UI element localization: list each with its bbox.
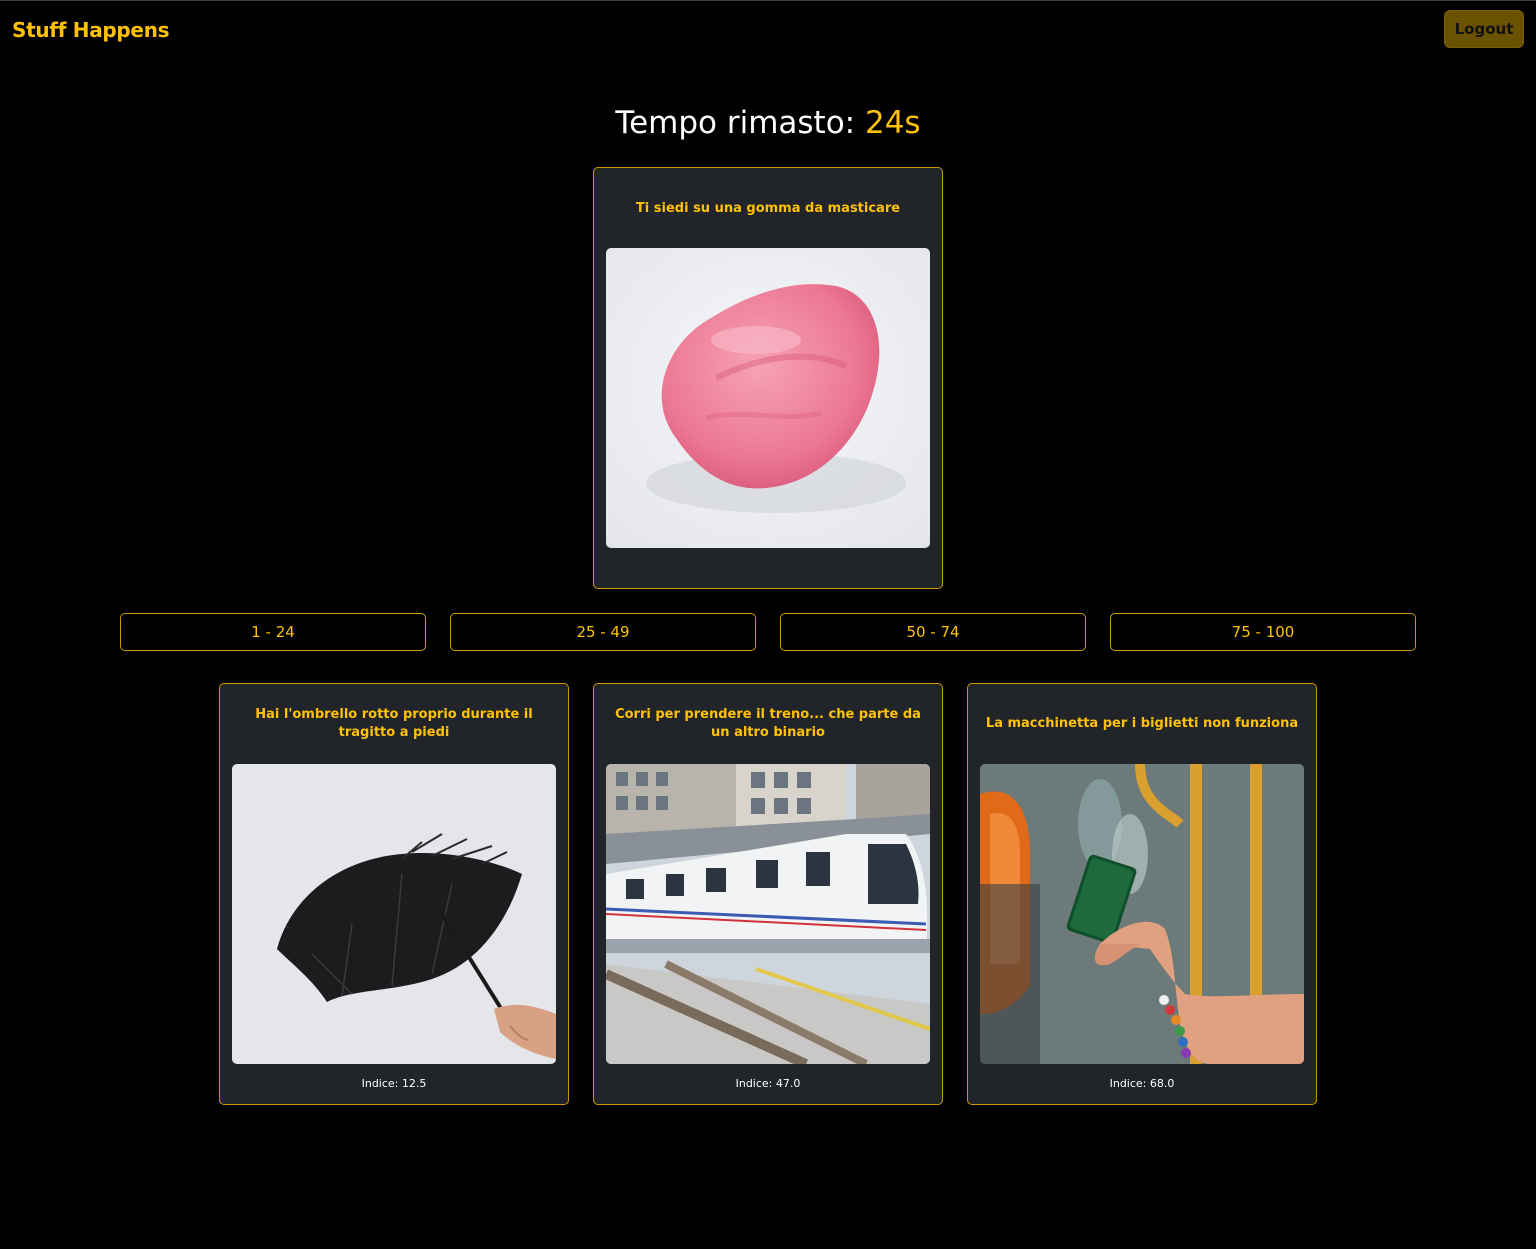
hand-card-ticket-machine: La macchinetta per i biglietti non funzi… xyxy=(967,683,1317,1105)
hand-card-index: Indice: 68.0 xyxy=(1109,1077,1175,1090)
broken-umbrella-image xyxy=(232,764,556,1064)
range-button-25-49[interactable]: 25 - 49 xyxy=(450,613,756,651)
hand-card-umbrella: Hai l'ombrello rotto proprio durante il … xyxy=(219,683,569,1105)
range-button-50-74[interactable]: 50 - 74 xyxy=(780,613,1086,651)
ticket-machine-image xyxy=(980,764,1304,1064)
current-card: Ti siedi su una gomma da masticare xyxy=(593,167,943,589)
navbar: Stuff Happens Logout xyxy=(0,1,1536,59)
hand-card-index: Indice: 12.5 xyxy=(361,1077,427,1090)
hand-card-index: Indice: 47.0 xyxy=(735,1077,801,1090)
train-illustration xyxy=(606,764,930,1064)
timer: Tempo rimasto: 24s xyxy=(0,105,1536,141)
ticket-machine-illustration xyxy=(980,764,1304,1064)
current-card-title: Ti siedi su una gomma da masticare xyxy=(635,201,901,216)
brand-title[interactable]: Stuff Happens xyxy=(12,18,170,42)
timer-seconds: 24s xyxy=(864,105,921,141)
range-button-75-100[interactable]: 75 - 100 xyxy=(1110,613,1416,651)
range-button-1-24[interactable]: 1 - 24 xyxy=(120,613,426,651)
train-image xyxy=(606,764,930,1064)
timer-label: Tempo rimasto: xyxy=(615,105,856,141)
hand-card-train: Corri per prendere il treno... che parte… xyxy=(593,683,943,1105)
chewing-gum-image xyxy=(606,248,930,548)
hand-card-title: Corri per prendere il treno... che parte… xyxy=(615,707,921,740)
hand-card-title: La macchinetta per i biglietti non funzi… xyxy=(985,716,1299,731)
broken-umbrella-illustration xyxy=(232,764,556,1064)
logout-button[interactable]: Logout xyxy=(1444,10,1524,48)
chewing-gum-illustration xyxy=(606,248,930,548)
hand-card-title: Hai l'ombrello rotto proprio durante il … xyxy=(255,707,533,740)
